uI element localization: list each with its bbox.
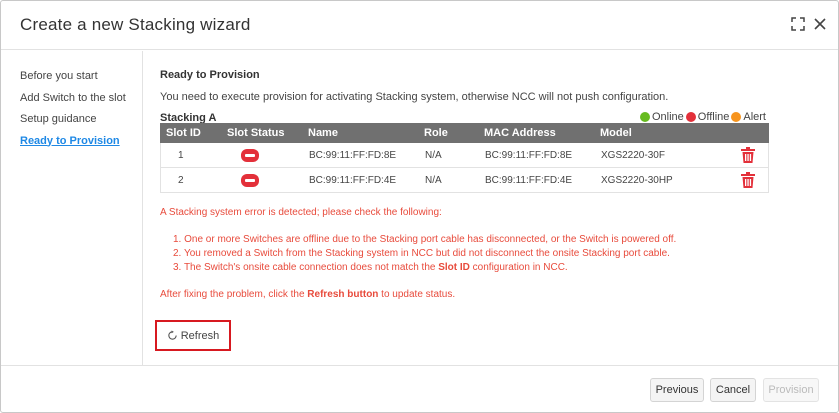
status-legend: Online Offline Alert <box>638 111 766 123</box>
delete-cell <box>741 168 755 192</box>
after-fix-suffix: to update status. <box>378 289 456 300</box>
offline-status-icon <box>241 148 259 162</box>
table-row: 1 BC:99:11:FF:FD:8E N/A BC:99:11:FF:FD:8… <box>160 143 769 168</box>
refresh-button[interactable]: Refresh <box>161 325 225 346</box>
legend-alert: Alert <box>743 111 766 123</box>
switch-model: XGS2220-30HP <box>601 174 673 186</box>
after-fix-prefix: After fixing the problem, click the <box>160 289 308 300</box>
slot-status <box>228 143 259 167</box>
stacking-table: Slot ID Slot Status Name Role MAC Addres… <box>160 123 769 193</box>
dialog-footer: Previous Cancel Provision <box>1 365 838 413</box>
table-row: 2 BC:99:11:FF:FD:4E N/A BC:99:11:FF:FD:4… <box>160 168 769 193</box>
col-slot-status: Slot Status <box>227 127 285 139</box>
dialog-header: Create a new Stacking wizard <box>1 1 838 50</box>
slot-id: 2 <box>178 174 184 186</box>
error-item-text: 3. The Switch's onsite cable connection … <box>173 262 439 273</box>
previous-button[interactable]: Previous <box>650 378 704 402</box>
slot-id: 1 <box>178 149 184 161</box>
error-item: 1. One or more Switches are offline due … <box>173 234 677 245</box>
col-model: Model <box>600 127 632 139</box>
switch-name: BC:99:11:FF:FD:8E <box>309 149 397 161</box>
col-name: Name <box>308 127 338 139</box>
switch-name: BC:99:11:FF:FD:4E <box>309 174 397 186</box>
nav-step-setup-guidance[interactable]: Setup guidance <box>20 112 140 134</box>
trash-icon[interactable] <box>741 172 755 188</box>
alert-dot-icon <box>731 112 742 122</box>
dialog-title: Create a new Stacking wizard <box>20 15 251 34</box>
close-icon[interactable] <box>812 16 828 32</box>
delete-cell <box>741 143 755 167</box>
main-content: Ready to Provision You need to execute p… <box>142 51 838 365</box>
error-item: 3. The Switch's onsite cable connection … <box>173 262 568 273</box>
mac-address: BC:99:11:FF:FD:8E <box>485 149 573 161</box>
trash-icon[interactable] <box>741 147 755 163</box>
table-header: Slot ID Slot Status Name Role MAC Addres… <box>160 123 769 143</box>
mac-address: BC:99:11:FF:FD:4E <box>485 174 573 186</box>
after-fix-bold: Refresh button <box>307 289 379 300</box>
after-fix-text: After fixing the problem, click the Refr… <box>160 289 455 300</box>
error-item-text: configuration in NCC. <box>469 262 568 273</box>
switch-model: XGS2220-30F <box>601 149 665 161</box>
legend-offline: Offline <box>697 111 730 123</box>
switch-role: N/A <box>425 149 442 161</box>
section-title: Ready to Provision <box>160 69 260 81</box>
error-item-bold: Slot ID <box>438 262 470 273</box>
provision-button[interactable]: Provision <box>763 378 819 402</box>
slot-status <box>228 168 259 192</box>
legend-online: Online <box>651 111 684 123</box>
info-text: You need to execute provision for activa… <box>160 91 669 103</box>
expand-icon[interactable] <box>790 16 806 32</box>
cancel-button[interactable]: Cancel <box>710 378 756 402</box>
offline-dot-icon <box>685 112 696 122</box>
nav-step-add-switch[interactable]: Add Switch to the slot <box>20 91 140 113</box>
refresh-label: Refresh <box>180 329 220 342</box>
online-dot-icon <box>639 112 650 122</box>
col-mac-address: MAC Address <box>484 127 556 139</box>
nav-step-ready-to-provision[interactable]: Ready to Provision <box>20 134 140 156</box>
offline-status-icon <box>241 173 259 187</box>
wizard-steps-nav: Before you start Add Switch to the slot … <box>20 69 140 155</box>
nav-step-before-you-start[interactable]: Before you start <box>20 69 140 91</box>
col-slot-id: Slot ID <box>166 127 201 139</box>
refresh-icon <box>168 330 177 340</box>
error-item: 2. You removed a Switch from the Stackin… <box>173 248 670 259</box>
switch-role: N/A <box>425 174 442 186</box>
stacking-wizard-dialog: Create a new Stacking wizard Before you … <box>0 0 839 413</box>
error-heading: A Stacking system error is detected; ple… <box>160 207 442 218</box>
refresh-highlight: Refresh <box>155 320 231 351</box>
col-role: Role <box>424 127 448 139</box>
header-actions <box>790 16 828 32</box>
